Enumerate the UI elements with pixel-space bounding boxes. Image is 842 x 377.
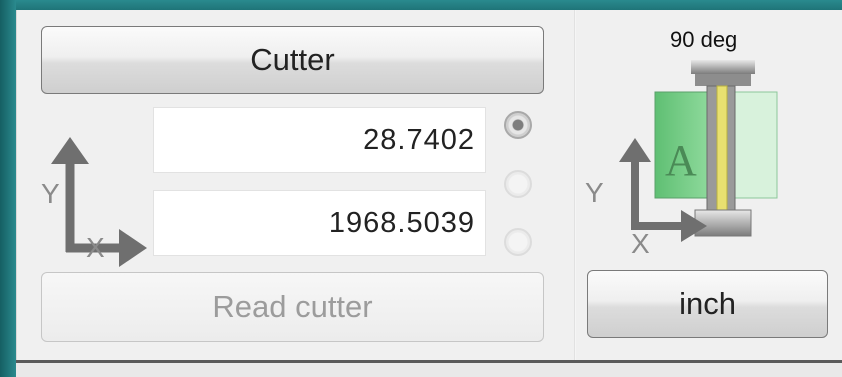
position-radio-1[interactable] (504, 111, 532, 139)
orientation-x-axis-label: X (631, 228, 650, 259)
unit-button-label: inch (679, 286, 736, 321)
material-letter-label: A (665, 136, 697, 185)
x-coordinate-value: 1968.5039 (328, 206, 475, 239)
cutter-button-label: Cutter (250, 42, 335, 77)
position-radio-3[interactable] (504, 228, 532, 256)
read-cutter-button[interactable]: Read cutter (41, 272, 544, 342)
bottom-area (16, 363, 842, 377)
window-left-border (0, 0, 16, 377)
x-axis-label: X (86, 232, 105, 263)
unit-toggle-button[interactable]: inch (587, 270, 828, 338)
read-cutter-button-label: Read cutter (212, 289, 373, 324)
window-top-border (0, 0, 842, 10)
x-coordinate-field[interactable]: 1968.5039 (153, 190, 486, 256)
y-axis-label: Y (41, 178, 60, 209)
cutter-button[interactable]: Cutter (41, 26, 544, 94)
orientation-y-axis-label: Y (585, 177, 604, 208)
position-radio-2[interactable] (504, 170, 532, 198)
y-coordinate-value: 28.7402 (363, 123, 475, 156)
cutter-control-panel: Cutter Y X 28.7402 1968.5039 Read cutter… (16, 10, 842, 360)
panel-divider (574, 10, 576, 360)
y-coordinate-field[interactable]: 28.7402 (153, 107, 486, 173)
